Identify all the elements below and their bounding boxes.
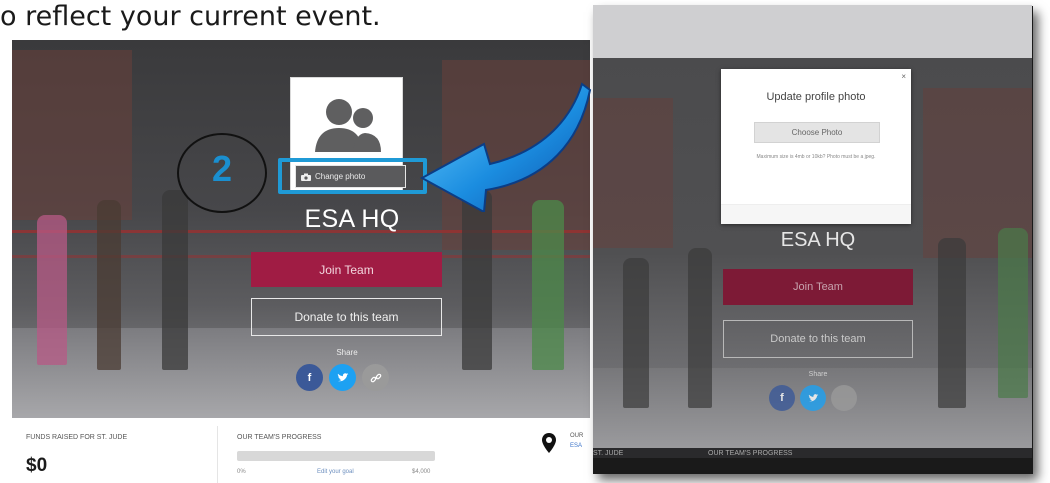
stats-left-label: ST. JUDE — [593, 450, 624, 457]
goal-amount: $4,000 — [412, 469, 431, 475]
stats-right-label: OUR TEAM'S PROGRESS — [708, 450, 793, 457]
share-label: Share — [336, 348, 358, 357]
modal-help-text: Maximum size is 4mb or 10kb? Photo must … — [756, 154, 876, 160]
stats-strip: ST. JUDE OUR TEAM'S PROGRESS — [593, 448, 1032, 458]
user-group-icon — [315, 99, 381, 152]
location-link[interactable]: ESA — [570, 443, 582, 449]
share-buttons: f — [296, 364, 389, 391]
share-label: Share — [808, 371, 828, 378]
curved-arrow-icon — [420, 82, 592, 212]
edit-goal-link[interactable]: Edit your goal — [317, 469, 354, 475]
photo-modal-screenshot: × Update profile photo Choose Photo Maxi… — [593, 5, 1032, 458]
facebook-icon[interactable]: f — [296, 364, 323, 391]
link-icon[interactable] — [831, 385, 857, 411]
modal-title: Update profile photo — [766, 91, 866, 103]
team-name: ESA HQ — [780, 229, 856, 251]
top-bar — [593, 5, 1032, 58]
update-photo-modal: × Update profile photo Choose Photo Maxi… — [721, 69, 911, 224]
close-icon[interactable]: × — [901, 72, 906, 81]
our-location-label: OUR — [570, 433, 584, 439]
progress-percent: 0% — [237, 469, 246, 475]
caption-text: o reflect your current event. — [0, 1, 381, 32]
twitter-icon[interactable] — [800, 385, 826, 411]
link-icon[interactable] — [362, 364, 389, 391]
choose-photo-button[interactable]: Choose Photo — [754, 122, 880, 143]
column-divider — [217, 426, 218, 483]
progress-label: OUR TEAM'S PROGRESS — [237, 434, 322, 441]
funds-value: $0 — [26, 455, 48, 476]
highlight-frame — [278, 158, 427, 194]
progress-track — [237, 451, 435, 461]
facebook-icon[interactable]: f — [769, 385, 795, 411]
location-pin-icon — [542, 433, 556, 453]
modal-footer — [721, 204, 911, 224]
share-buttons: f — [769, 385, 857, 411]
donate-button[interactable]: Donate to this team — [723, 320, 913, 358]
funds-label: FUNDS RAISED FOR ST. JUDE — [26, 434, 128, 441]
twitter-icon[interactable] — [329, 364, 356, 391]
step-number: 2 — [211, 148, 233, 189]
join-team-button[interactable]: Join Team — [723, 269, 913, 305]
join-team-button[interactable]: Join Team — [251, 252, 442, 287]
donate-button[interactable]: Donate to this team — [251, 298, 442, 336]
team-stats: FUNDS RAISED FOR ST. JUDE $0 OUR TEAM'S … — [12, 418, 590, 483]
